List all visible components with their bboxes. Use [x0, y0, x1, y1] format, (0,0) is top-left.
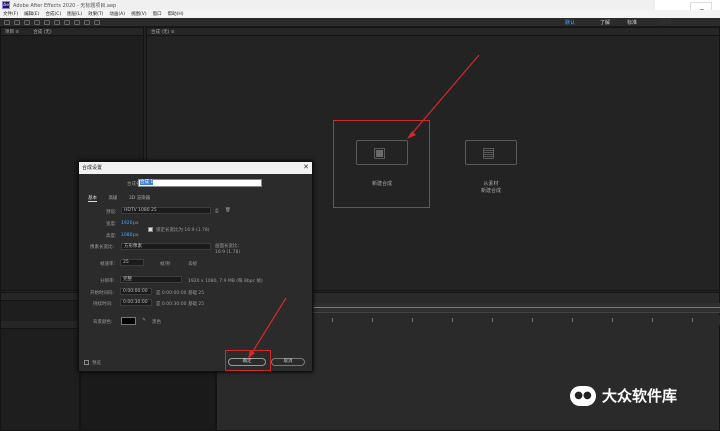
wechat-icon: ●● — [570, 385, 596, 406]
watermark-text: 大众软件库 — [602, 387, 678, 405]
arrow-head-ok — [248, 350, 255, 359]
arrow-to-new-comp — [408, 54, 480, 138]
annotation-arrows — [248, 54, 480, 359]
arrow-head-new-comp — [407, 131, 416, 139]
watermark: ●● 大众软件库 — [570, 385, 677, 406]
arrow-to-ok — [249, 297, 287, 357]
